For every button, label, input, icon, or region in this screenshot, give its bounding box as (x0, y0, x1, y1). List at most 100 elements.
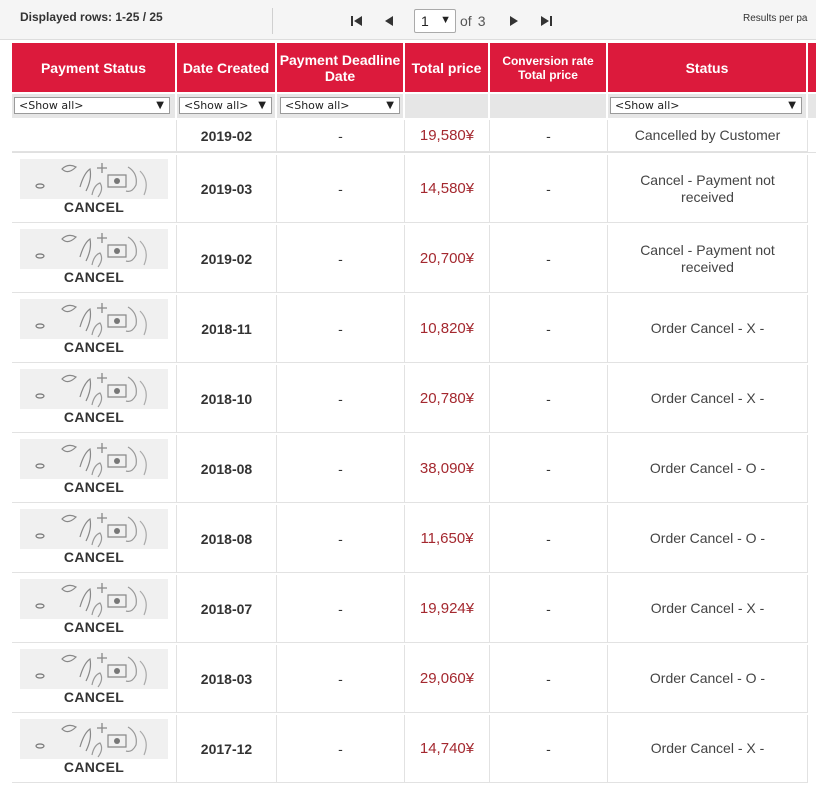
status-cell: Order Cancel - O - (608, 505, 808, 573)
previous-page-button[interactable] (378, 10, 400, 32)
date-created-cell: 2018-11 (177, 295, 277, 363)
conversion-rate-cell: - (490, 155, 608, 223)
conversion-rate-cell: - (490, 435, 608, 503)
filter-cell: <Show all> ▼ (277, 94, 403, 118)
divider (272, 8, 273, 34)
status-cell: Cancelled by Customer (608, 120, 808, 152)
filter-cell-empty (490, 94, 606, 118)
cancel-label: CANCEL (63, 199, 125, 215)
displayed-rows-label: Displayed rows: 1-25 / 25 (20, 10, 163, 24)
cancel-label: CANCEL (63, 479, 125, 495)
cancel-stamp-icon (35, 723, 147, 758)
column-header-date-created[interactable]: Date Created (177, 43, 275, 92)
first-page-icon (351, 16, 362, 26)
table-row[interactable]: CANCEL 2018-11-10,820¥ - Order Cancel - X - (12, 295, 816, 363)
table-row[interactable]: 2019-02 - 19,580¥ - Cancelled by Custome… (12, 120, 816, 153)
date-created-cell: 2017-12 (177, 715, 277, 783)
total-price-cell: 10,820¥ (405, 295, 490, 363)
payment-deadline-cell: - (277, 295, 405, 363)
payment-status-cell: CANCEL (12, 575, 177, 643)
payment-deadline-cell: - (277, 505, 405, 573)
pager-bar: Displayed rows: 1-25 / 25 1 ▼ of 3 Resul… (0, 0, 816, 40)
status-cell: Order Cancel - O - (608, 435, 808, 503)
total-price-cell: 11,650¥ (405, 505, 490, 573)
payment-status-cell: CANCEL (12, 365, 177, 433)
payment-deadline-cell: - (277, 715, 405, 783)
column-header-total-price[interactable]: Total price (405, 43, 488, 92)
cancel-stamp-icon (35, 583, 147, 618)
chevron-down-icon: ▼ (258, 100, 266, 111)
cancel-label: CANCEL (63, 549, 125, 565)
conversion-rate-cell: - (490, 505, 608, 573)
payment-status-cell: CANCEL (12, 435, 177, 503)
payment-status-cell: CANCEL (12, 505, 177, 573)
page-select-value: 1 (421, 13, 429, 29)
cancel-label: CANCEL (63, 409, 125, 425)
filter-cell-empty (808, 94, 816, 118)
column-header-status[interactable]: Status (608, 43, 806, 92)
conversion-rate-cell: - (490, 225, 608, 293)
table-row[interactable]: CANCEL 2019-03-14,580¥ - Cancel - Payment n… (12, 155, 816, 223)
last-page-button[interactable] (535, 10, 557, 32)
conversion-rate-cell: - (490, 645, 608, 713)
cancel-label: CANCEL (63, 759, 125, 775)
cancel-stamp-icon (35, 443, 147, 478)
filter-value: <Show all> (19, 99, 84, 112)
status-cell: Cancel - Payment not received (608, 155, 808, 223)
payment-status-cell: CANCEL (12, 715, 177, 783)
cancel-stamp-icon (35, 373, 147, 408)
total-price-cell: 14,580¥ (405, 155, 490, 223)
table-row[interactable]: CANCEL 2018-08-11,650¥ - Order Cancel - O - (12, 505, 816, 573)
column-header-overflow (808, 43, 816, 92)
status-cell: Order Cancel - X - (608, 295, 808, 363)
payment-status-filter[interactable]: <Show all> ▼ (14, 97, 170, 114)
page-select[interactable]: 1 ▼ (414, 9, 456, 33)
total-price-cell: 20,780¥ (405, 365, 490, 433)
payment-deadline-cell: - (277, 155, 405, 223)
status-cell: Order Cancel - X - (608, 365, 808, 433)
filter-cell: <Show all> ▼ (12, 94, 175, 118)
table-row[interactable]: CANCEL 2017-12-14,740¥ - Order Cancel - X - (12, 715, 816, 783)
table-row[interactable]: CANCEL 2018-03-29,060¥ - Order Cancel - O - (12, 645, 816, 713)
total-pages: 3 (477, 13, 486, 29)
cancel-stamp-image (20, 719, 168, 759)
cancel-label: CANCEL (63, 269, 125, 285)
table-row[interactable]: CANCEL 2018-07-19,924¥ - Order Cancel - X - (12, 575, 816, 643)
first-page-button[interactable] (346, 10, 368, 32)
chevron-down-icon: ▼ (386, 100, 394, 111)
payment-deadline-cell: - (277, 120, 405, 152)
table-row[interactable]: CANCEL 2018-08-38,090¥ - Order Cancel - O - (12, 435, 816, 503)
date-created-cell: 2018-07 (177, 575, 277, 643)
date-created-filter[interactable]: <Show all> ▼ (179, 97, 272, 114)
payment-deadline-filter[interactable]: <Show all> ▼ (280, 97, 400, 114)
next-page-button[interactable] (503, 10, 525, 32)
cancel-label: CANCEL (63, 619, 125, 635)
cancel-stamp-image (20, 439, 168, 479)
cancel-label: CANCEL (63, 689, 125, 705)
column-header-payment-status[interactable]: Payment Status (12, 43, 175, 92)
filter-cell: <Show all> ▼ (177, 94, 275, 118)
cancel-stamp-icon (35, 233, 147, 268)
column-header-payment-deadline[interactable]: Payment Deadline Date (277, 43, 403, 92)
cancel-stamp-image (20, 369, 168, 409)
conversion-rate-cell: - (490, 120, 608, 152)
date-created-cell: 2019-02 (177, 120, 277, 152)
pagination: 1 ▼ of 3 (346, 8, 557, 34)
total-price-cell: 14,740¥ (405, 715, 490, 783)
table-row[interactable]: CANCEL 2018-10-20,780¥ - Order Cancel - X - (12, 365, 816, 433)
filter-value: <Show all> (615, 99, 680, 112)
chevron-down-icon: ▼ (788, 100, 796, 111)
next-page-icon (510, 16, 519, 26)
table-row[interactable]: CANCEL 2019-02-20,700¥ - Cancel - Payment n… (12, 225, 816, 293)
payment-deadline-cell: - (277, 575, 405, 643)
payment-status-cell: CANCEL (12, 225, 177, 293)
of-label: of (460, 13, 472, 29)
cancel-label: CANCEL (63, 339, 125, 355)
cancel-stamp-icon (35, 513, 147, 548)
payment-status-cell: CANCEL (12, 155, 177, 223)
date-created-cell: 2019-02 (177, 225, 277, 293)
results-per-page-label: Results per pa (743, 13, 808, 24)
total-price-cell: 29,060¥ (405, 645, 490, 713)
status-filter[interactable]: <Show all> ▼ (610, 97, 802, 114)
column-header-conversion-rate[interactable]: Conversion rate Total price (490, 43, 606, 92)
